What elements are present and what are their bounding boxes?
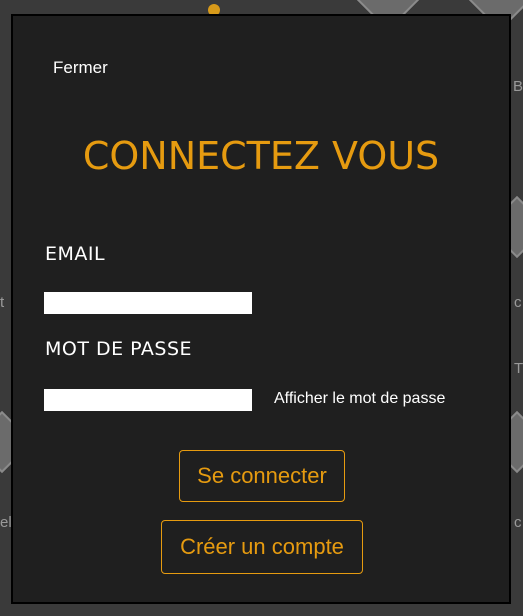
modal-title: CONNECTEZ VOUS [82, 134, 440, 178]
background-text: c [514, 514, 522, 531]
login-button[interactable]: Se connecter [179, 450, 345, 502]
background-text: t [0, 294, 5, 311]
create-account-button[interactable]: Créer un compte [161, 520, 363, 574]
close-button[interactable]: Fermer [53, 58, 108, 78]
login-modal: Fermer CONNECTEZ VOUS EMAIL MOT DE PASSE… [11, 14, 511, 604]
background-text: el [0, 514, 12, 531]
password-label: MOT DE PASSE [45, 338, 193, 360]
background-text: T [514, 360, 523, 377]
background-text: c [514, 294, 522, 311]
email-input[interactable] [44, 292, 252, 314]
background-text: Ba [513, 78, 523, 95]
email-label: EMAIL [45, 243, 106, 265]
show-password-toggle[interactable]: Afficher le mot de passe [274, 390, 445, 408]
password-input[interactable] [44, 389, 252, 411]
